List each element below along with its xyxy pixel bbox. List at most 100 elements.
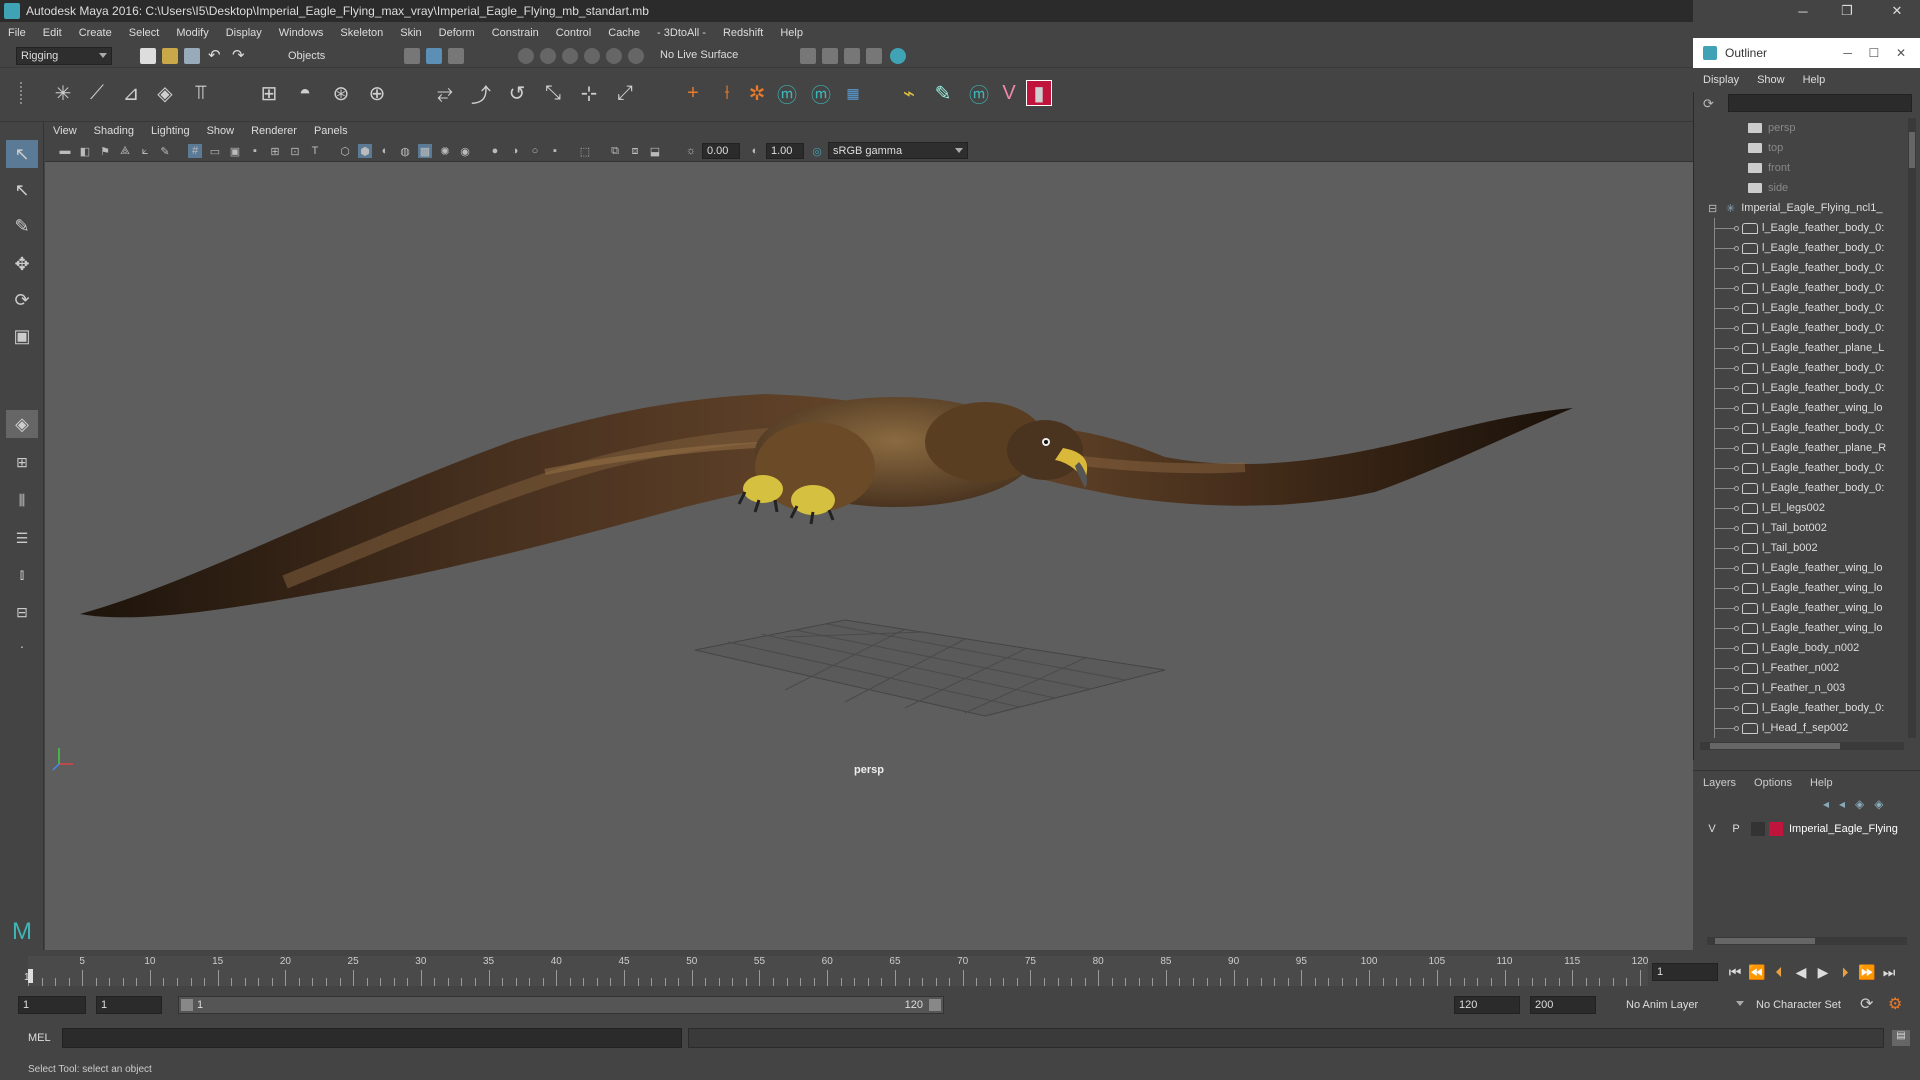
menu-skeleton[interactable]: Skeleton [340,27,383,39]
gate-mask-icon[interactable]: ▪ [248,144,262,158]
select-mode-dropdown[interactable]: Objects [284,47,374,65]
redo-icon[interactable]: ↷ [232,46,245,64]
layer-visibility-toggle[interactable]: V [1703,823,1721,835]
snap-curve-icon[interactable] [540,48,556,64]
step-back-key-icon[interactable]: ⏪ [1748,963,1766,981]
menu-file[interactable]: File [8,27,26,39]
isolate-select-icon[interactable]: ⬚ [578,144,592,158]
sculpt-icon[interactable]: ⊕ [364,80,390,106]
xray-joints-icon[interactable]: ⧈ [628,144,642,158]
safe-action-icon[interactable]: ⊡ [288,144,302,158]
outliner-menu-display[interactable]: Display [1703,74,1739,86]
command-input[interactable] [62,1028,682,1048]
wireframe-icon[interactable]: ⬡ [338,144,352,158]
outliner-item[interactable]: ⊟ ✳ Imperial_Eagle_Flying_ncl1_ [1700,198,1908,218]
menu-deform[interactable]: Deform [439,27,475,39]
range-slider-start-handle[interactable] [181,999,193,1011]
scale-constraint-icon[interactable]: ⤡ [540,80,566,106]
panel-menu-panels[interactable]: Panels [314,125,348,137]
layer-hscroll-thumb[interactable] [1715,938,1815,944]
grid-toggle-icon[interactable]: # [188,144,202,158]
select-tool-icon[interactable]: ↖ [6,140,38,168]
maya-script-c-icon[interactable]: ⓜ [966,80,992,107]
select-hierarchy-icon[interactable] [404,48,420,64]
animation-prefs-icon[interactable]: ⚙ [1888,994,1902,1014]
layer-menu-options[interactable]: Options [1754,777,1792,789]
character-set-label[interactable]: No Character Set [1756,999,1841,1011]
textured-icon[interactable]: ▩ [418,144,432,158]
outliner-item[interactable]: persp [1700,118,1908,138]
outliner-item[interactable]: l_Eagle_feather_body_0: [1700,418,1908,438]
bookmark-icon[interactable]: ⚑ [98,144,112,158]
redshift-icon[interactable]: ▮ [1026,80,1052,106]
minimize-button[interactable]: ─ [1786,0,1820,22]
shelf-menu-handle[interactable] [20,82,30,104]
view-transform-dropdown[interactable]: sRGB gamma [828,142,968,159]
depth-of-field-icon[interactable]: ▪ [548,144,562,158]
outliner-item[interactable]: l_Eagle_feather_body_0: [1700,218,1908,238]
scene-start-field[interactable]: 1 [18,996,86,1014]
menu-display[interactable]: Display [226,27,262,39]
menu-redshift[interactable]: Redshift [723,27,763,39]
menu-3dtoall[interactable]: - 3DtoAll - [657,27,706,39]
outliner-item[interactable]: l_Feather_n_003 [1700,678,1908,698]
outliner-item[interactable]: l_Eagle_feather_wing_lo [1700,398,1908,418]
script-editor-icon[interactable]: ▤ [1892,1030,1910,1046]
ik-spline-icon[interactable]: ⊿ [118,80,144,106]
parent-constraint-icon[interactable]: ⥂ [432,80,458,106]
resolution-gate-icon[interactable]: ▣ [228,144,242,158]
outliner-item[interactable]: l_Eagle_feather_body_0: [1700,478,1908,498]
playback-start-field[interactable]: 1 [96,996,162,1014]
single-view-icon[interactable]: ◈ [6,410,38,438]
outliner-item[interactable]: l_Eagle_feather_body_0: [1700,278,1908,298]
xray-active-icon[interactable]: ⬓ [648,144,662,158]
outliner-item[interactable]: l_Eagle_feather_plane_R [1700,438,1908,458]
menu-cache[interactable]: Cache [608,27,640,39]
open-scene-icon[interactable] [162,48,178,64]
live-surface-label[interactable]: No Live Surface [660,49,738,61]
wireframe-on-shaded-icon[interactable]: ◍ [398,144,412,158]
gamma-field[interactable]: 1.00 [766,143,804,159]
cluster-icon[interactable]: ⊞ [256,80,282,106]
menu-control[interactable]: Control [556,27,591,39]
outliner-item[interactable]: l_Tail_b002 [1700,538,1908,558]
menu-select[interactable]: Select [129,27,160,39]
close-button[interactable]: ✕ [1880,0,1914,22]
snap-point-icon[interactable] [562,48,578,64]
outliner-item[interactable]: l_Feather_n002 [1700,658,1908,678]
persp-viewport[interactable]: persp [45,162,1693,950]
joint-orient-icon[interactable]: ⟊ [714,80,740,106]
collapse-icon[interactable]: ⊟ [1708,202,1717,215]
use-all-lights-icon[interactable]: ✺ [438,144,452,158]
outliner-item[interactable]: l_El_legs002 [1700,498,1908,518]
menu-help[interactable]: Help [780,27,803,39]
snap-view-icon[interactable] [584,48,600,64]
two-view-icon[interactable]: ⫼ [6,486,38,514]
aim-constraint-icon[interactable]: ⊹ [576,80,602,106]
film-gate-icon[interactable]: ▭ [208,144,222,158]
rigid-bind-icon[interactable]: ⫪ [188,80,214,106]
maximize-button[interactable]: ❐ [1830,0,1864,22]
lattice-icon[interactable]: ◓ [292,80,318,106]
snap-surface-icon[interactable] [606,48,622,64]
outliner-refresh-icon[interactable]: ⟳ [1703,96,1714,112]
anti-aliasing-icon[interactable]: ○ [528,144,542,158]
layer-display-type[interactable] [1751,822,1765,836]
current-frame-field[interactable]: 1 [1652,963,1718,981]
outliner-item[interactable]: l_Eagle_feather_body_0: [1700,378,1908,398]
render-settings-icon[interactable] [866,48,882,64]
xray-icon[interactable]: ⧉ [608,144,622,158]
panel-menu-shading[interactable]: Shading [94,125,134,137]
menu-windows[interactable]: Windows [279,27,324,39]
panel-menu-show[interactable]: Show [207,125,235,137]
outliner-scroll-thumb[interactable] [1909,132,1915,168]
outliner-item[interactable]: front [1700,158,1908,178]
grease-pencil-icon[interactable]: ✎ [158,144,172,158]
select-object-icon[interactable] [426,48,442,64]
outliner-item[interactable]: l_Eagle_body_n002 [1700,638,1908,658]
layer-menu-help[interactable]: Help [1810,777,1833,789]
select-component-icon[interactable] [448,48,464,64]
custom-layout-icon[interactable]: · [6,632,38,660]
menu-modify[interactable]: Modify [176,27,208,39]
point-constraint-icon[interactable]: ⤴ [468,80,494,107]
